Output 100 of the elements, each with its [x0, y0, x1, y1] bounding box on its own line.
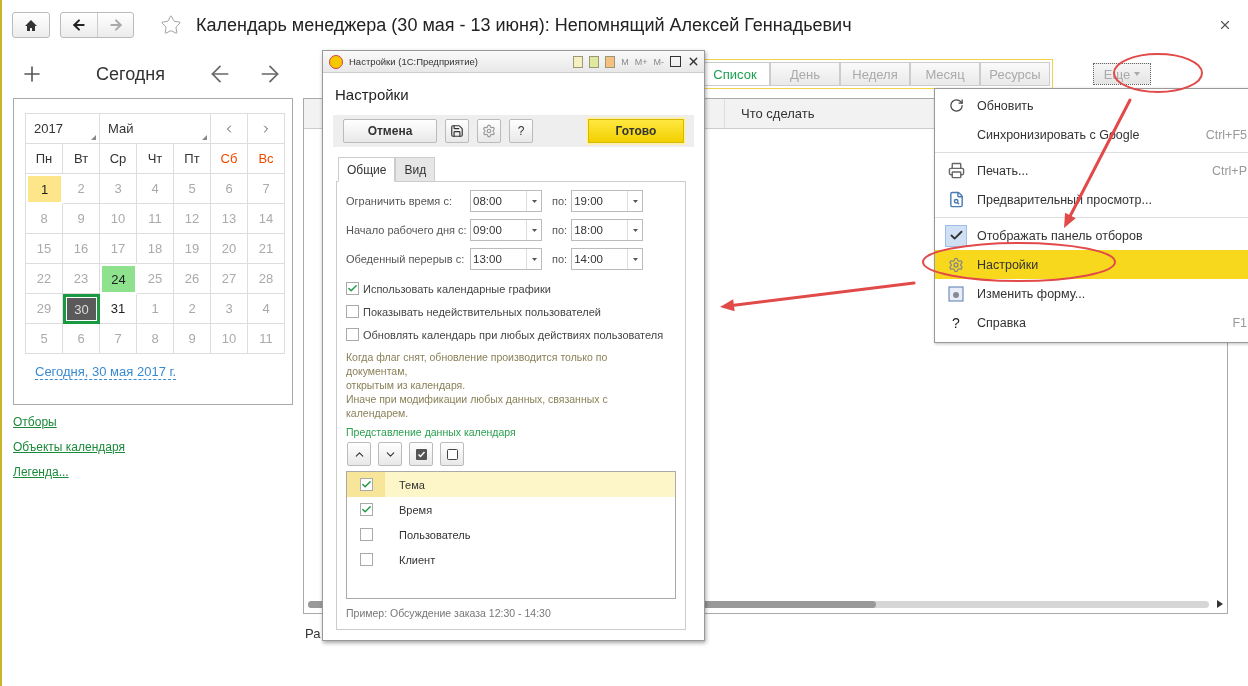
- menu-item[interactable]: Отображать панель отборов: [935, 221, 1248, 250]
- calendar-day[interactable]: 21: [248, 234, 285, 264]
- today-link[interactable]: Сегодня, 30 мая 2017 г.: [35, 364, 177, 380]
- calendar-day[interactable]: 29: [26, 294, 63, 324]
- calendar-day[interactable]: 22: [26, 264, 63, 294]
- done-button[interactable]: Готово: [588, 119, 684, 143]
- arrow-right-icon: [107, 17, 124, 33]
- menu-item[interactable]: ? Справка F1: [935, 308, 1248, 337]
- year-select[interactable]: 2017: [26, 114, 100, 144]
- calendar-day[interactable]: 7: [100, 324, 137, 354]
- calendar-day[interactable]: 18: [137, 234, 174, 264]
- memory-button[interactable]: M: [621, 56, 629, 67]
- calendar-day[interactable]: 26: [174, 264, 211, 294]
- checkbox[interactable]: [359, 503, 373, 516]
- star-icon[interactable]: [160, 14, 182, 36]
- calendar-day[interactable]: 10: [100, 204, 137, 234]
- calendar-day[interactable]: 8: [26, 204, 63, 234]
- calendar-day[interactable]: 30: [63, 294, 100, 324]
- checkbox[interactable]: [359, 553, 373, 566]
- field-row[interactable]: Тема: [347, 472, 675, 497]
- time-field[interactable]: 14:00: [571, 248, 644, 270]
- calendar-day[interactable]: 19: [174, 234, 211, 264]
- calendar-day[interactable]: 2: [63, 174, 100, 204]
- move-down-button[interactable]: [378, 442, 402, 466]
- calendar-day[interactable]: 28: [248, 264, 285, 294]
- form-icon: [948, 285, 964, 302]
- calculator-icon[interactable]: [589, 55, 600, 68]
- calendar-icon[interactable]: [605, 55, 616, 68]
- memory-button[interactable]: M-: [653, 56, 664, 67]
- field-label: по:: [552, 253, 568, 265]
- menu-item[interactable]: Обновить: [935, 91, 1248, 120]
- calendar-day[interactable]: 31: [100, 294, 137, 324]
- panel-link[interactable]: Объекты календаря: [13, 440, 126, 454]
- calendar-day[interactable]: 6: [63, 324, 100, 354]
- cancel-button[interactable]: Отмена: [343, 119, 437, 143]
- checkbox[interactable]: [346, 328, 359, 341]
- calendar-day[interactable]: 7: [248, 174, 285, 204]
- view-tab[interactable]: День: [770, 62, 840, 86]
- calendar-day[interactable]: 16: [63, 234, 100, 264]
- calendar-day[interactable]: 24: [100, 264, 137, 294]
- view-tab[interactable]: Ресурсы: [980, 62, 1050, 86]
- calendar-day[interactable]: 11: [248, 324, 285, 354]
- help-button[interactable]: ?: [509, 119, 533, 143]
- menu-item[interactable]: Печать... Ctrl+P: [935, 156, 1248, 185]
- calendar-day[interactable]: 9: [63, 204, 100, 234]
- calendar-day[interactable]: 8: [137, 324, 174, 354]
- dialog-tab[interactable]: Вид: [395, 157, 436, 182]
- calendar-day[interactable]: 6: [211, 174, 248, 204]
- panel-link[interactable]: Легенда...: [13, 465, 69, 479]
- calendar-day[interactable]: 20: [211, 234, 248, 264]
- calendar-day[interactable]: 5: [174, 174, 211, 204]
- check-all-button[interactable]: [409, 442, 433, 466]
- uncheck-all-button[interactable]: [440, 442, 464, 466]
- time-field[interactable]: 18:00: [571, 219, 644, 241]
- checkbox[interactable]: [359, 478, 373, 491]
- time-field[interactable]: 13:00: [470, 248, 542, 270]
- bookmark-icon[interactable]: [573, 55, 584, 68]
- calendar-day[interactable]: 23: [63, 264, 100, 294]
- save-button[interactable]: [445, 119, 469, 143]
- calendar-day[interactable]: 1: [26, 174, 63, 204]
- calendar-day[interactable]: 9: [174, 324, 211, 354]
- checkbox[interactable]: [359, 528, 373, 541]
- calendar-day[interactable]: 4: [248, 294, 285, 324]
- calendar-day[interactable]: 14: [248, 204, 285, 234]
- calendar-day[interactable]: 11: [137, 204, 174, 234]
- option-label: Показывать недействительных пользователей: [363, 305, 601, 318]
- dialog-tab[interactable]: Общие: [338, 157, 396, 182]
- view-tab[interactable]: Неделя: [840, 62, 910, 86]
- calendar-day[interactable]: 12: [174, 204, 211, 234]
- move-up-button[interactable]: [347, 442, 371, 466]
- home-button[interactable]: [12, 12, 50, 38]
- today-button[interactable]: Сегодня: [96, 63, 165, 85]
- calendar-day[interactable]: 25: [137, 264, 174, 294]
- calendar-day[interactable]: 3: [211, 294, 248, 324]
- checkbox[interactable]: [346, 305, 359, 318]
- calendar-day[interactable]: 3: [100, 174, 137, 204]
- calendar-day[interactable]: 27: [211, 264, 248, 294]
- scroll-right-icon[interactable]: [1217, 600, 1223, 608]
- panel-link[interactable]: Отборы: [13, 415, 57, 429]
- close-icon[interactable]: [687, 55, 700, 68]
- calendar-day[interactable]: 5: [26, 324, 63, 354]
- checkbox[interactable]: [346, 282, 359, 295]
- settings-button[interactable]: [477, 119, 501, 143]
- calendar-day[interactable]: 10: [211, 324, 248, 354]
- field-name: Клиент: [399, 553, 436, 566]
- time-field[interactable]: 08:00: [470, 190, 542, 212]
- time-field[interactable]: 19:00: [571, 190, 644, 212]
- maximize-icon[interactable]: [670, 56, 681, 67]
- memory-button[interactable]: M+: [634, 56, 648, 67]
- calendar-day[interactable]: 17: [100, 234, 137, 264]
- menu-item[interactable]: Настройки: [935, 250, 1248, 279]
- calendar-day[interactable]: 2: [174, 294, 211, 324]
- calendar-day[interactable]: 4: [137, 174, 174, 204]
- calendar-day[interactable]: 1: [137, 294, 174, 324]
- time-field[interactable]: 09:00: [470, 219, 542, 241]
- close-button[interactable]: [1218, 18, 1232, 32]
- menu-item[interactable]: Изменить форму...: [935, 279, 1248, 308]
- view-tab[interactable]: Месяц: [910, 62, 980, 86]
- calendar-day[interactable]: 15: [26, 234, 63, 264]
- calendar-day[interactable]: 13: [211, 204, 248, 234]
